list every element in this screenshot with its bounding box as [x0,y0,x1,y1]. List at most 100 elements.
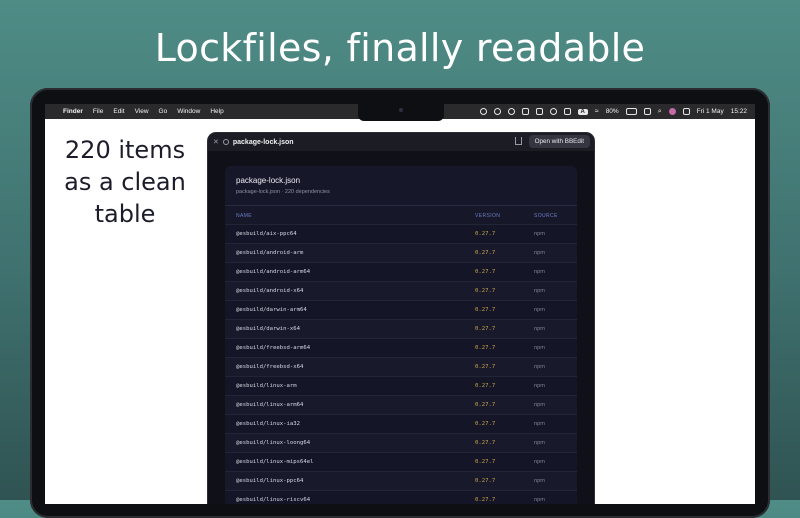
dependency-source: npm [534,250,545,256]
siri-icon[interactable] [668,108,676,115]
menu-file[interactable]: File [93,108,103,115]
dependency-source: npm [534,231,545,237]
table-row[interactable]: @esbuild/android-x64 0.27.7 npm [225,281,577,300]
table-row[interactable]: @esbuild/android-arm64 0.27.7 npm [225,262,577,281]
table-row[interactable]: @esbuild/android-arm 0.27.7 npm [225,243,577,262]
menu-finder[interactable]: Finder [63,108,83,115]
menu-time[interactable]: 15:22 [731,108,747,115]
dependency-version: 0.27.7 [475,383,496,389]
close-icon[interactable]: ✕ [213,138,219,146]
table-row[interactable]: @esbuild/linux-mips64el 0.27.7 npm [225,452,577,471]
table-row[interactable]: @esbuild/linux-riscv64 0.27.7 npm [225,490,577,504]
dependency-source: npm [534,440,545,446]
dependency-source: npm [534,307,545,313]
sun-icon[interactable] [507,108,515,115]
column-header-source[interactable]: SOURCE [534,213,558,219]
dependency-version: 0.27.7 [475,307,496,313]
headline: Lockfiles, finally readable [154,26,646,70]
camera-icon [399,108,403,112]
dependency-name: @esbuild/freebsd-x64 [236,364,304,370]
dependency-version: 0.27.7 [475,345,496,351]
table-row[interactable]: @esbuild/linux-arm 0.27.7 npm [225,376,577,395]
dependency-source: npm [534,326,545,332]
menu-edit[interactable]: Edit [113,108,124,115]
table-row[interactable]: @esbuild/darwin-x64 0.27.7 npm [225,319,577,338]
table-row[interactable]: @esbuild/linux-loong64 0.27.7 npm [225,433,577,452]
control-center-toggle-icon[interactable] [682,108,690,115]
lockfile-panel: package-lock.json package-lock.json · 22… [225,166,577,504]
menu-window[interactable]: Window [177,108,200,115]
open-with-button[interactable]: Open with BBEdit [528,135,590,148]
dependency-name: @esbuild/linux-ia32 [236,421,300,427]
dependency-source: npm [534,497,545,503]
dependency-version: 0.27.7 [475,497,496,503]
camera-notch [358,104,444,121]
dependency-version: 0.27.7 [475,364,496,370]
dependency-version: 0.27.7 [475,478,496,484]
input-source-indicator[interactable]: A [577,108,588,115]
dependency-name: @esbuild/aix-ppc64 [236,231,297,237]
dependency-source: npm [534,345,545,351]
menu-help[interactable]: Help [210,108,223,115]
dependency-name: @esbuild/linux-loong64 [236,440,311,446]
window-titlebar: ✕ package-lock.json Open with BBEdit [208,133,594,151]
dependency-source: npm [534,364,545,370]
menu-date[interactable]: Fri 1 May [697,108,724,115]
table-row[interactable]: @esbuild/aix-ppc64 0.27.7 npm [225,224,577,243]
dependency-version: 0.27.7 [475,250,496,256]
dependency-name: @esbuild/darwin-x64 [236,326,300,332]
wifi-icon[interactable]: ≈ [595,108,599,115]
clipboard-icon[interactable] [521,108,529,115]
app-window: ✕ package-lock.json Open with BBEdit pac… [208,133,594,504]
dependency-source: npm [534,288,545,294]
window-title: package-lock.json [232,138,294,146]
dependency-name: @esbuild/android-x64 [236,288,304,294]
table-row[interactable]: @esbuild/freebsd-x64 0.27.7 npm [225,357,577,376]
feature-caption: 220 items as a clean table [45,134,205,230]
dependency-version: 0.27.7 [475,421,496,427]
dependency-version: 0.27.7 [475,231,496,237]
target-icon[interactable] [493,108,501,115]
panel-subtitle: package-lock.json · 220 dependencies [236,189,330,195]
table-row[interactable]: @esbuild/linux-ppc64 0.27.7 npm [225,471,577,490]
share-icon[interactable] [515,137,522,145]
dependency-version: 0.27.7 [475,402,496,408]
status-area: A ≈ 80% ⌕ Fri 1 May 15:22 [479,104,747,119]
table-row[interactable]: @esbuild/freebsd-arm64 0.27.7 npm [225,338,577,357]
table-row[interactable]: @esbuild/linux-ia32 0.27.7 npm [225,414,577,433]
dependency-version: 0.27.7 [475,459,496,465]
panel-header: package-lock.json package-lock.json · 22… [225,166,577,201]
dependency-name: @esbuild/android-arm [236,250,304,256]
window-icon[interactable] [535,108,543,115]
dependency-source: npm [534,383,545,389]
table-row[interactable]: @esbuild/linux-arm64 0.27.7 npm [225,395,577,414]
heart-icon[interactable] [479,108,487,115]
dependency-name: @esbuild/linux-mips64el [236,459,314,465]
dependency-source: npm [534,421,545,427]
table-row[interactable]: @esbuild/darwin-arm64 0.27.7 npm [225,300,577,319]
dependency-version: 0.27.7 [475,440,496,446]
menu-go[interactable]: Go [159,108,168,115]
caption-line: as a clean [64,168,186,196]
dependency-name: @esbuild/linux-ppc64 [236,478,304,484]
column-header-version[interactable]: VERSION [475,213,500,219]
dependency-name: @esbuild/linux-riscv64 [236,497,311,503]
dependency-name: @esbuild/darwin-arm64 [236,307,307,313]
dependency-source: npm [534,459,545,465]
dependency-name: @esbuild/linux-arm [236,383,297,389]
dependency-version: 0.27.7 [475,326,496,332]
battery-icon[interactable] [625,108,637,115]
column-header-name[interactable]: NAME [236,213,252,219]
document-icon [222,139,229,145]
dependency-source: npm [534,402,545,408]
dependency-name: @esbuild/linux-arm64 [236,402,304,408]
control-center-icon[interactable] [643,108,651,115]
search-icon[interactable]: ⌕ [658,108,662,116]
dependency-source: npm [534,478,545,484]
panel-title: package-lock.json [236,176,301,185]
grid-icon[interactable] [563,108,571,115]
airdrop-icon[interactable] [549,108,557,115]
battery-percent: 80% [605,108,619,115]
caption-line: 220 items [64,136,186,164]
menu-view[interactable]: View [135,108,149,115]
